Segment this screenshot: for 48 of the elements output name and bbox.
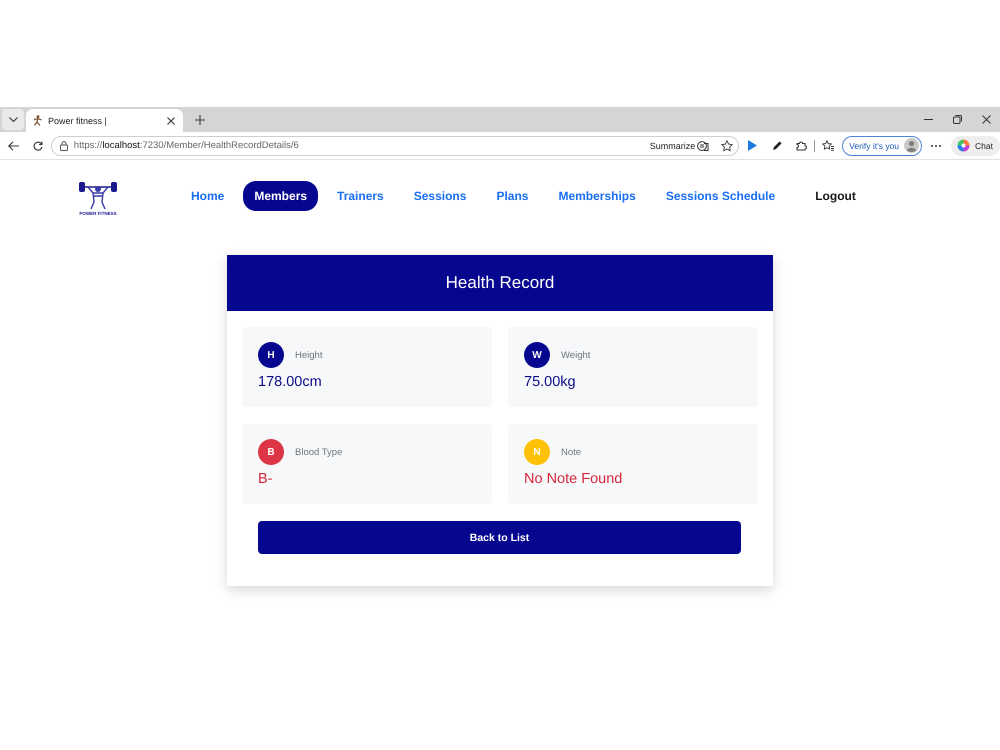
pen-icon[interactable] xyxy=(772,140,782,150)
circle-lines-icon xyxy=(697,140,710,152)
chevron-down-icon xyxy=(8,117,18,122)
tab-title: Power fitness | xyxy=(48,116,108,126)
verify-button[interactable]: Verify it's you xyxy=(842,136,922,156)
field-label: Height xyxy=(295,350,322,360)
nav-link[interactable]: Plans xyxy=(485,181,540,211)
star-icon[interactable] xyxy=(721,140,734,152)
favorites-icon[interactable] xyxy=(822,140,834,151)
nav-link[interactable]: Sessions xyxy=(402,181,478,211)
nav-link[interactable]: Memberships xyxy=(547,181,647,211)
weightlifter-logo-icon[interactable] xyxy=(78,180,118,210)
close-icon[interactable] xyxy=(982,115,991,124)
summarize-button[interactable]: Summarize xyxy=(650,140,710,152)
logout-link[interactable]: Logout xyxy=(804,181,867,211)
url-text: https://localhost:7230/Member/HealthRecordDetails/6 xyxy=(74,140,300,151)
field-value: No Note Found xyxy=(524,471,622,487)
address-bar[interactable]: https://localhost:7230/Member/HealthRecordDetails/6 Summarize xyxy=(50,136,740,156)
nav-link[interactable]: Members xyxy=(243,181,318,211)
figure-icon xyxy=(33,115,42,126)
tab-list-button[interactable] xyxy=(2,109,24,130)
puzzle-icon[interactable] xyxy=(796,140,808,151)
avatar-icon xyxy=(904,138,920,153)
pointer-icon[interactable] xyxy=(748,140,758,151)
lock-icon[interactable] xyxy=(60,140,68,150)
refresh-icon[interactable] xyxy=(32,140,43,150)
back-icon[interactable] xyxy=(8,140,19,150)
field-value: 75.00kg xyxy=(524,374,576,390)
letter-badge: N xyxy=(524,439,550,465)
field-value: B- xyxy=(258,471,272,487)
browser-tab[interactable]: Power fitness | xyxy=(26,109,183,132)
plus-icon[interactable] xyxy=(195,115,205,125)
nav-link[interactable]: Home xyxy=(180,181,236,211)
chat-button[interactable]: Chat xyxy=(951,136,1000,156)
multicolor-logo-icon xyxy=(957,139,970,152)
letter-badge: H xyxy=(258,342,284,368)
field-label: Blood Type xyxy=(295,446,342,458)
nav-link[interactable]: Trainers xyxy=(326,181,395,211)
field-label: Note xyxy=(561,446,582,458)
nav-link[interactable]: Sessions Schedule xyxy=(654,181,786,211)
field-label: Weight xyxy=(561,350,590,360)
close-icon[interactable] xyxy=(167,116,175,124)
card-title: Health Record xyxy=(446,273,554,293)
letter-badge: B xyxy=(258,439,284,465)
letter-badge: W xyxy=(524,342,550,368)
back-to-list-button[interactable]: Back to List xyxy=(258,521,741,554)
field-value: 178.00cm xyxy=(258,374,322,390)
restore-icon[interactable] xyxy=(953,115,962,124)
